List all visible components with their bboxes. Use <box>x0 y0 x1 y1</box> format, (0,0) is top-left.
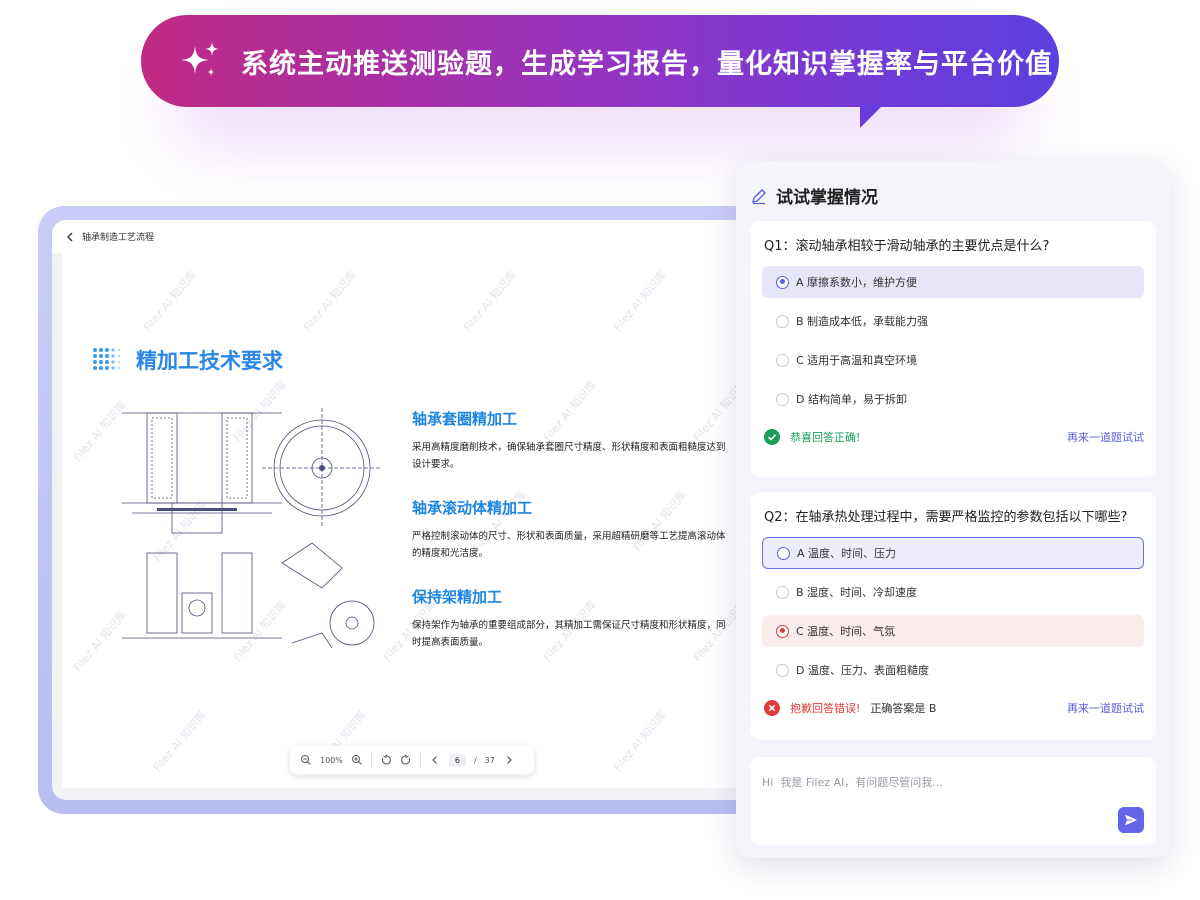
result-text: 抱歉回答错误! <box>790 702 861 715</box>
viewer-topbar: 轴承制造工艺流程 <box>52 220 758 253</box>
radio[interactable] <box>776 585 789 599</box>
radio[interactable] <box>776 353 789 367</box>
retry-link[interactable]: 再来一道题试试 <box>1067 429 1144 445</box>
requirement-desc: 采用高精度磨削技术，确保轴承套圈尺寸精度、形状精度和表面粗糙度达到设计要求。 <box>412 442 726 470</box>
tablet-frame: 轴承制造工艺流程 Filez AI 知识库 Filez AI 知识库 Filez… <box>38 206 758 814</box>
chat-box <box>750 757 1156 845</box>
watermark: Filez AI 知识库 <box>300 268 359 335</box>
rotate-left-icon[interactable] <box>380 754 392 766</box>
option-label: D 结构简单，易于拆卸 <box>796 393 907 406</box>
radio[interactable] <box>776 392 789 406</box>
send-button[interactable] <box>1118 807 1144 833</box>
option-a[interactable]: A 温度、时间、压力 <box>762 537 1144 569</box>
total-pages: 37 <box>484 755 495 765</box>
banner-text: 系统主动推送测验题，生成学习报告，量化知识掌握率与平台价值 <box>241 48 1053 80</box>
check-circle-icon <box>764 429 780 445</box>
requirements-list: 轴承套圈精加工 采用高精度磨削技术，确保轴承套圈尺寸精度、形状精度和表面粗糙度达… <box>412 408 732 675</box>
toolbar-divider <box>419 754 421 766</box>
watermark: Filez AI 知识库 <box>140 268 199 335</box>
result-text: 恭喜回答正确! <box>790 431 861 444</box>
rotate-right-icon[interactable] <box>400 754 412 766</box>
requirement-item: 轴承滚动体精加工 严格控制滚动体的尺寸、形状和表面质量，采用超精研磨等工艺提高滚… <box>412 497 732 562</box>
radio-selected[interactable] <box>776 275 789 289</box>
option-b[interactable]: B 制造成本低，承载能力强 <box>762 305 1144 337</box>
question-text: Q1：滚动轴承相较于滑动轴承的主要优点是什么? <box>764 239 1050 254</box>
option-label: A 温度、时间、压力 <box>797 547 897 560</box>
option-label: D 温度、压力、表面粗糙度 <box>796 664 929 677</box>
banner-tail <box>860 104 884 128</box>
next-page-icon[interactable] <box>503 754 515 766</box>
requirement-title: 轴承套圈精加工 <box>412 410 518 428</box>
document-page: Filez AI 知识库 Filez AI 知识库 Filez AI 知识库 F… <box>62 253 758 788</box>
requirement-item: 保持架精加工 保持架作为轴承的重要组成部分，其精加工需保证尺寸精度和形状精度，同… <box>412 586 732 651</box>
question-card-1: Q1：滚动轴承相较于滑动轴承的主要优点是什么? A 摩擦系数小，维护方便 B 制… <box>750 221 1156 477</box>
section-title: 精加工技术要求 <box>136 349 283 373</box>
send-icon <box>1125 814 1137 826</box>
option-b[interactable]: B 湿度、时间、冷却速度 <box>762 576 1144 608</box>
chat-input[interactable] <box>762 776 1144 789</box>
sparkle-icon <box>181 42 219 76</box>
zoom-level: 100% <box>320 755 343 765</box>
page-toolbar: 100% 6 / 37 <box>290 746 534 774</box>
option-d[interactable]: D 温度、压力、表面粗糙度 <box>762 654 1144 686</box>
radio[interactable] <box>777 546 790 560</box>
quiz-title: 试试掌握情况 <box>776 188 878 208</box>
error-circle-icon <box>764 700 780 716</box>
answer-result: 恭喜回答正确! 再来一道题试试 <box>762 429 1144 445</box>
option-label: B 制造成本低，承载能力强 <box>796 315 929 328</box>
pencil-icon <box>752 188 766 204</box>
breadcrumb: 轴承制造工艺流程 <box>82 233 155 243</box>
answer-result: 抱歉回答错误! 正确答案是 B 再来一道题试试 <box>762 700 1144 716</box>
option-label: C 温度、时间、气氛 <box>796 625 896 638</box>
requirement-desc: 保持架作为轴承的重要组成部分，其精加工需保证尺寸精度和形状精度，同时提高表面质量… <box>412 620 726 648</box>
requirement-title: 轴承滚动体精加工 <box>412 499 533 517</box>
option-c[interactable]: C 温度、时间、气氛 <box>762 615 1144 647</box>
zoom-out-icon[interactable] <box>300 754 312 766</box>
section-heading: 精加工技术要求 <box>92 345 283 375</box>
dot-grid-icon <box>93 348 121 370</box>
radio-selected-wrong[interactable] <box>776 624 789 638</box>
page-separator: / <box>473 755 477 765</box>
current-page[interactable]: 6 <box>448 753 466 767</box>
correct-answer-text: 正确答案是 B <box>870 702 937 715</box>
radio[interactable] <box>776 314 789 328</box>
quiz-header: 试试掌握情况 <box>750 183 878 208</box>
viewer-screen: 轴承制造工艺流程 Filez AI 知识库 Filez AI 知识库 Filez… <box>52 220 758 800</box>
question-card-2: Q2：在轴承热处理过程中，需要严格监控的参数包括以下哪些? A 温度、时间、压力… <box>750 492 1156 740</box>
back-arrow-icon[interactable] <box>64 231 76 243</box>
radio[interactable] <box>776 663 789 677</box>
retry-link[interactable]: 再来一道题试试 <box>1067 700 1144 716</box>
zoom-in-icon[interactable] <box>351 754 363 766</box>
watermark: Filez AI 知识库 <box>610 268 669 335</box>
prev-page-icon[interactable] <box>429 754 441 766</box>
option-c[interactable]: C 适用于高温和真空环境 <box>762 344 1144 376</box>
requirement-title: 保持架精加工 <box>412 588 503 606</box>
engineering-drawing <box>122 408 382 649</box>
option-d[interactable]: D 结构简单，易于拆卸 <box>762 383 1144 415</box>
toolbar-divider <box>370 754 372 766</box>
option-label: A 摩擦系数小，维护方便 <box>796 276 918 289</box>
question-text: Q2：在轴承热处理过程中，需要严格监控的参数包括以下哪些? <box>764 510 1128 525</box>
promo-banner: 系统主动推送测验题，生成学习报告，量化知识掌握率与平台价值 <box>141 15 1059 107</box>
requirement-item: 轴承套圈精加工 采用高精度磨削技术，确保轴承套圈尺寸精度、形状精度和表面粗糙度达… <box>412 408 732 473</box>
quiz-panel: 试试掌握情况 Q1：滚动轴承相较于滑动轴承的主要优点是什么? A 摩擦系数小，维… <box>736 161 1170 858</box>
option-label: B 湿度、时间、冷却速度 <box>796 586 918 599</box>
requirement-desc: 严格控制滚动体的尺寸、形状和表面质量，采用超精研磨等工艺提高滚动体的精度和光洁度… <box>412 531 726 559</box>
option-a[interactable]: A 摩擦系数小，维护方便 <box>762 266 1144 298</box>
watermark: Filez AI 知识库 <box>460 268 519 335</box>
watermark: Filez AI 知识库 <box>150 708 209 775</box>
watermark: Filez AI 知识库 <box>610 708 669 775</box>
option-label: C 适用于高温和真空环境 <box>796 354 918 367</box>
